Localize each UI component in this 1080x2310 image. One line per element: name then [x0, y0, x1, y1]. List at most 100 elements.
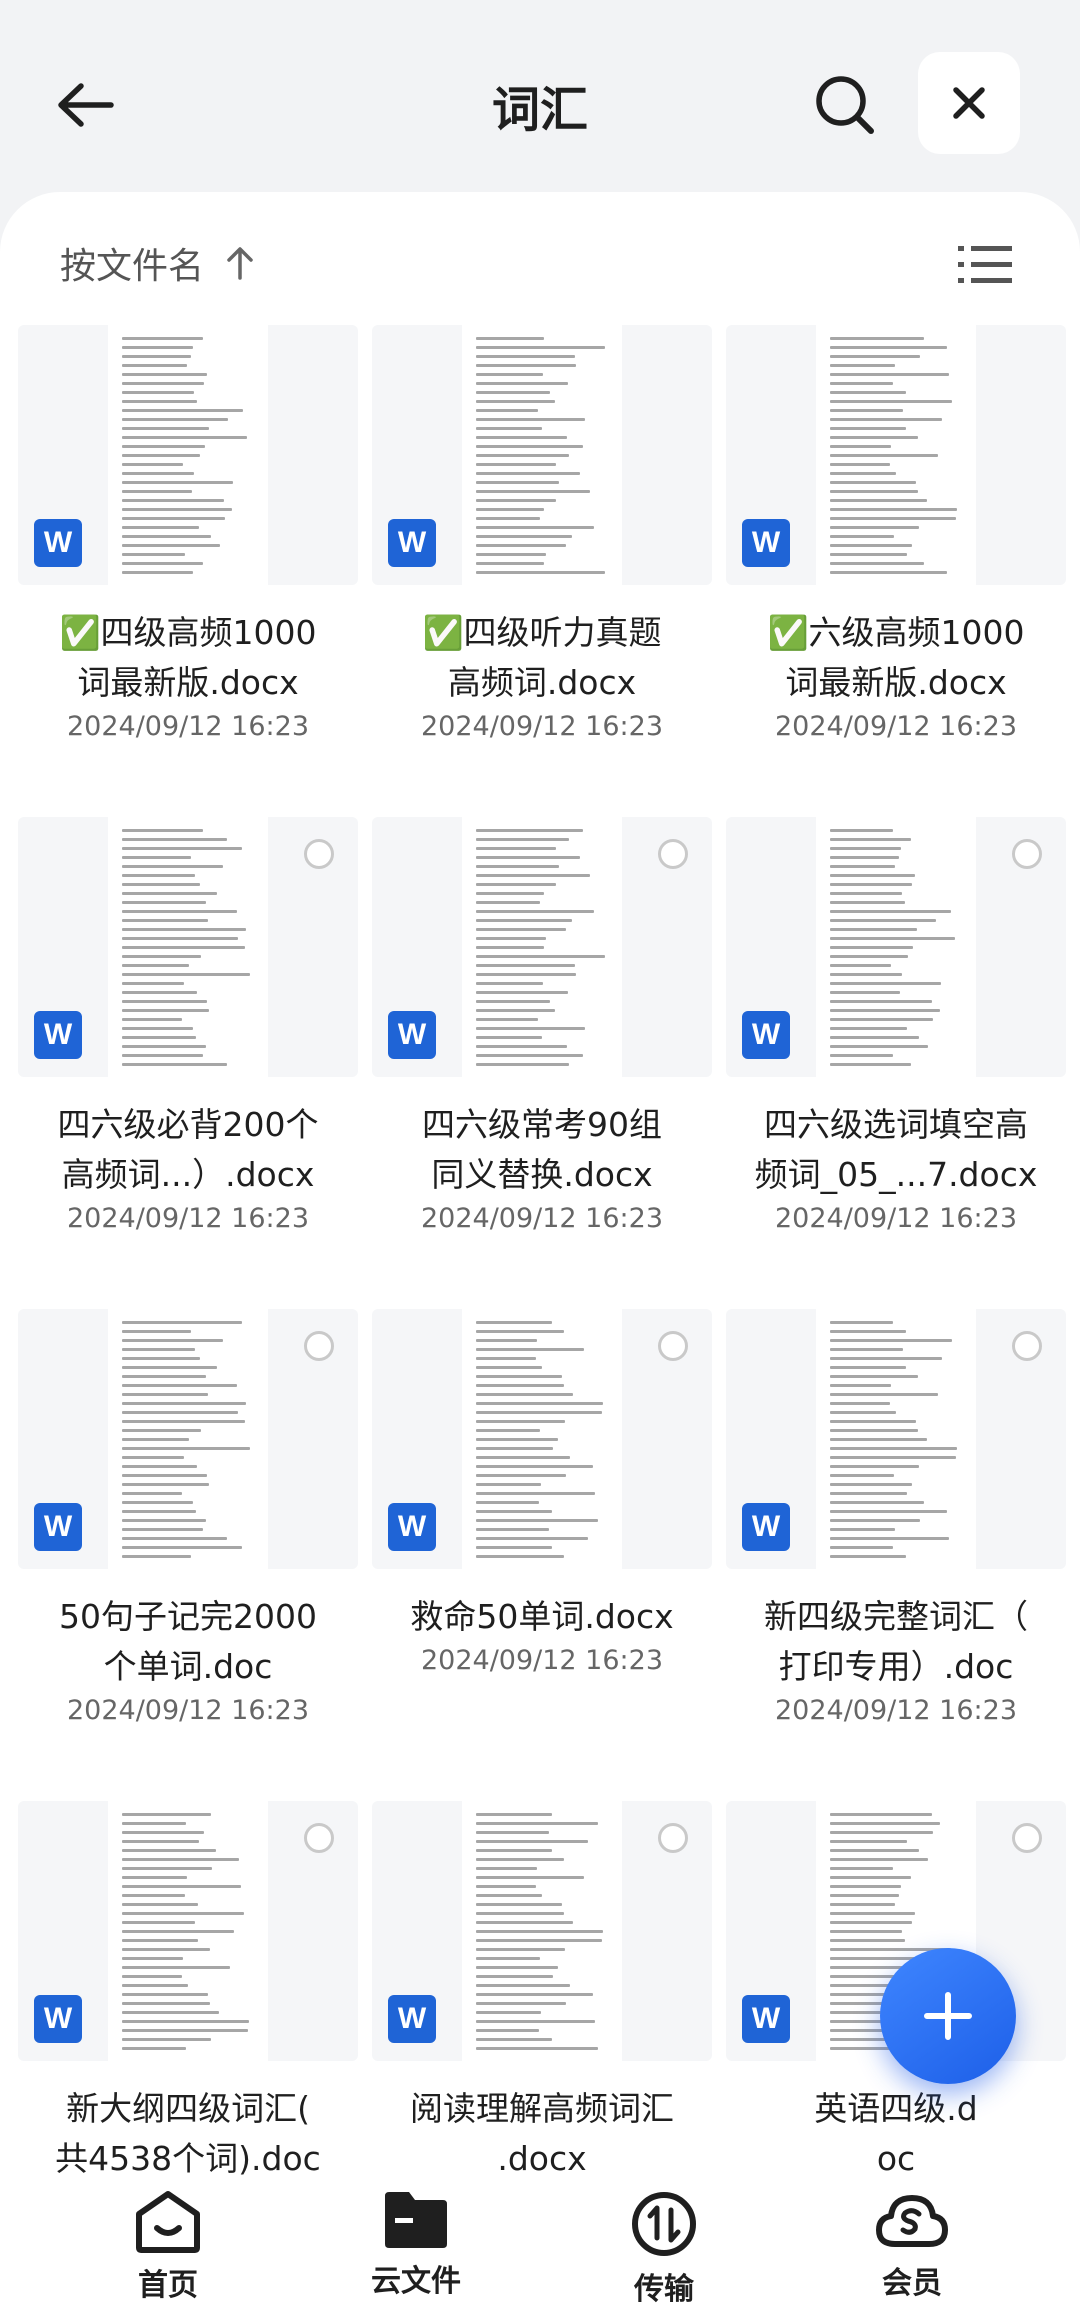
select-checkbox[interactable] [304, 839, 334, 869]
word-doc-icon: W [34, 519, 82, 567]
file-name: ✅四级高频1000 词最新版.docx [18, 608, 358, 708]
close-icon [953, 87, 985, 119]
file-name-line2: 个单词.doc [103, 1647, 273, 1686]
file-thumbnail: W [372, 1309, 712, 1569]
sort-control[interactable]: 按文件名 [60, 238, 254, 288]
document-preview [462, 817, 622, 1077]
file-name: 四六级常考90组 同义替换.docx [372, 1100, 712, 1200]
file-name: 阅读理解高频词汇 .docx [372, 2084, 712, 2184]
nav-label-home: 首页 [138, 2268, 198, 2303]
file-name-line2: 高频词.docx [447, 663, 637, 702]
select-checkbox[interactable] [658, 1823, 688, 1853]
word-doc-icon: W [34, 1995, 82, 2043]
file-card[interactable]: W阅读理解高频词汇.docx2024/09/12 16:23 [372, 1801, 712, 2241]
file-thumbnail: W [726, 325, 1066, 585]
file-thumbnail: W [18, 325, 358, 585]
nav-item-transfer[interactable]: 传输 [564, 2190, 764, 2310]
document-preview [108, 817, 268, 1077]
nav-item-vip[interactable]: 会员 [812, 2190, 1012, 2310]
document-preview [462, 1801, 622, 2061]
vip-icon [876, 2195, 948, 2247]
view-toggle-button[interactable] [955, 235, 1015, 295]
file-name-line1: 50句子记完2000 [59, 1597, 317, 1636]
select-checkbox[interactable] [1012, 1823, 1042, 1853]
document-preview [462, 325, 622, 585]
nav-label-vip: 会员 [882, 2266, 942, 2301]
file-name-line1: ✅四级听力真题 [422, 613, 662, 652]
file-name: 新大纲四级词汇( 共4538个词).doc [18, 2084, 358, 2184]
file-name: 四六级选词填空高 频词_05_...7.docx [726, 1100, 1066, 1200]
sort-label: 按文件名 [60, 246, 205, 287]
search-icon [816, 76, 874, 134]
document-preview [462, 1309, 622, 1569]
file-name-line2: 频词_05_...7.docx [754, 1155, 1038, 1194]
word-doc-icon: W [34, 1503, 82, 1551]
file-card[interactable]: W ✅四级听力真题 高频词.docx 2024/09/12 16:23 [372, 325, 712, 765]
file-date: 2024/09/12 16:23 [66, 1695, 309, 1726]
file-thumbnail: W [18, 1309, 358, 1569]
document-preview [108, 325, 268, 585]
file-card[interactable]: W 50句子记完2000 个单词.doc 2024/09/12 16:23 [18, 1309, 358, 1749]
file-name-line2: 打印专用）.doc [778, 1647, 1014, 1686]
file-name: ✅四级听力真题 高频词.docx [372, 608, 712, 708]
file-name-line1: 新大纲四级词汇( [66, 2089, 310, 2128]
list-view-icon [958, 246, 1012, 283]
file-name-line1: ✅四级高频1000 [59, 613, 317, 652]
word-doc-icon: W [388, 1503, 436, 1551]
file-card[interactable]: W ✅六级高频1000 词最新版.docx 2024/09/12 16:23 [726, 325, 1066, 765]
nav-label-transfer: 传输 [634, 2272, 694, 2307]
file-name-line1: 四六级必背200个 [57, 1105, 319, 1144]
file-card[interactable]: W 救命50单词.docx 2024/09/12 16:23 [372, 1309, 712, 1749]
file-name-line1: 新四级完整词汇（ [764, 1597, 1028, 1636]
file-name-line2: 同义替换.docx [431, 1155, 653, 1194]
word-doc-icon: W [742, 1995, 790, 2043]
add-button[interactable] [880, 1948, 1016, 2084]
file-thumbnail: W [18, 1801, 358, 2061]
file-card[interactable]: W ✅四级高频1000 词最新版.docx 2024/09/12 16:23 [18, 325, 358, 765]
nav-item-cloud-files[interactable]: 云文件 [316, 2190, 516, 2310]
nav-item-home[interactable]: 首页 [68, 2190, 268, 2310]
select-checkbox[interactable] [1012, 839, 1042, 869]
file-card[interactable]: W 四六级必背200个 高频词...）.docx 2024/09/12 16:23 [18, 817, 358, 1257]
file-name-line1-tail: .d [946, 2089, 978, 2128]
file-name-line1: 英语四级 [814, 2089, 947, 2128]
file-thumbnail: W [18, 817, 358, 1077]
file-date: 2024/09/12 16:23 [420, 711, 663, 742]
select-checkbox[interactable] [304, 1331, 334, 1361]
file-date: 2024/09/12 16:23 [420, 1645, 663, 1676]
file-thumbnail: W [726, 1309, 1066, 1569]
word-doc-icon: W [34, 1011, 82, 1059]
file-card[interactable]: W新大纲四级词汇(共4538个词).doc2024/09/12 16:23 [18, 1801, 358, 2241]
file-name: 新四级完整词汇（ 打印专用）.doc [726, 1592, 1066, 1692]
file-card[interactable]: W 四六级选词填空高 频词_05_...7.docx 2024/09/12 16:23 [726, 817, 1066, 1257]
search-button[interactable] [800, 60, 890, 150]
file-name: 英语四级.d oc [726, 2084, 1066, 2184]
file-date: 2024/09/12 16:23 [774, 1695, 1017, 1726]
document-preview [816, 1309, 976, 1569]
file-card[interactable]: W 新四级完整词汇（ 打印专用）.doc 2024/09/12 16:23 [726, 1309, 1066, 1749]
document-preview [816, 817, 976, 1077]
close-button[interactable] [918, 52, 1020, 154]
top-bar: 词汇 [0, 0, 1080, 200]
word-doc-icon: W [742, 519, 790, 567]
file-card[interactable]: W 四六级常考90组 同义替换.docx 2024/09/12 16:23 [372, 817, 712, 1257]
file-thumbnail: W [372, 1801, 712, 2061]
file-date: 2024/09/12 16:23 [774, 1203, 1017, 1234]
select-checkbox[interactable] [1012, 1331, 1042, 1361]
file-name-line2: 共4538个词).doc [55, 2139, 321, 2178]
select-checkbox[interactable] [304, 1823, 334, 1853]
file-name: ✅六级高频1000 词最新版.docx [726, 608, 1066, 708]
file-date: 2024/09/12 16:23 [66, 711, 309, 742]
file-date: 2024/09/12 16:23 [774, 711, 1017, 742]
file-name: 四六级必背200个 高频词...）.docx [18, 1100, 358, 1200]
file-thumbnail: W [726, 817, 1066, 1077]
plus-icon [924, 1992, 972, 2040]
select-checkbox[interactable] [658, 1331, 688, 1361]
select-checkbox[interactable] [658, 839, 688, 869]
file-name-line2: 词最新版.docx [77, 663, 299, 702]
transfer-icon [632, 2192, 696, 2256]
document-preview [816, 325, 976, 585]
file-date: 2024/09/12 16:23 [420, 1203, 663, 1234]
nav-label-cloud-files: 云文件 [371, 2264, 461, 2299]
word-doc-icon: W [388, 519, 436, 567]
